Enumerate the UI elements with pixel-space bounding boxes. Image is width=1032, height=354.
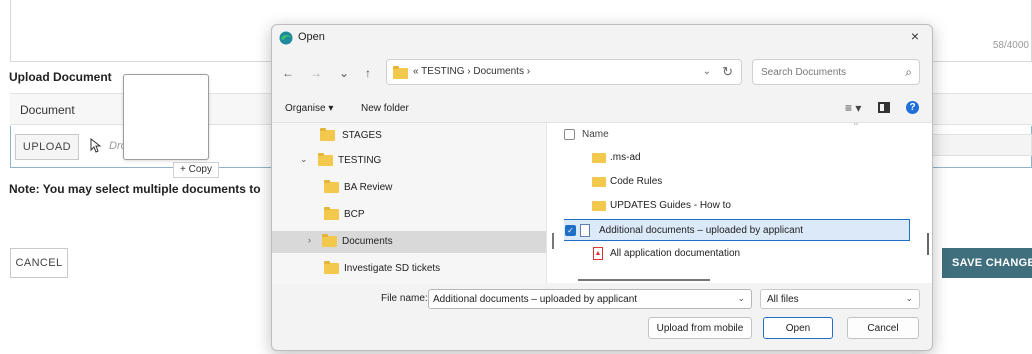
folder-icon <box>393 66 408 79</box>
help-icon[interactable]: ? <box>906 101 919 114</box>
chevron-down-icon[interactable]: ⌄ <box>300 154 308 165</box>
open-file-dialog: Open × ← → ⌄ ↑ « TESTING › Documents › ⌄… <box>271 24 933 351</box>
file-type-select[interactable]: All files ⌄ <box>760 289 920 309</box>
folder-icon <box>592 177 606 187</box>
file-name-value: Additional documents – uploaded by appli… <box>433 294 638 305</box>
preview-pane-icon[interactable] <box>878 102 890 113</box>
upload-document-title: Upload Document <box>9 70 112 84</box>
upload-from-mobile-button[interactable]: Upload from mobile <box>648 317 752 339</box>
view-options-icon[interactable]: ≡ ▾ <box>845 101 861 115</box>
word-document-icon <box>580 224 590 237</box>
open-button[interactable]: Open <box>763 317 833 339</box>
file-list-scrollbar[interactable] <box>927 233 929 255</box>
list-item[interactable]: Code Rules <box>564 171 910 193</box>
dialog-cancel-button[interactable]: Cancel <box>847 317 919 339</box>
pdf-icon: ▲ <box>593 247 603 260</box>
search-input[interactable]: Search Documents <box>761 67 846 78</box>
folder-icon <box>324 261 339 274</box>
list-item-selected[interactable]: ✓ Additional documents – uploaded by app… <box>564 219 910 241</box>
refresh-icon[interactable]: ↻ <box>722 64 733 80</box>
dialog-panes: STAGES ⌄ TESTING BA Review BCP › Documen… <box>272 122 932 284</box>
search-icon: ⌕ <box>905 65 912 79</box>
organise-menu[interactable]: Organise ▾ <box>285 103 333 114</box>
tree-item-ba-review[interactable]: BA Review <box>272 177 546 199</box>
file-type-value: All files <box>767 294 799 305</box>
file-list: ^ Name .ms-ad Code Rules UPDATES Guides … <box>564 123 932 284</box>
chevron-down-icon[interactable]: ⌄ <box>703 66 711 77</box>
address-path: « TESTING › Documents › <box>413 66 531 77</box>
list-item[interactable]: .ms-ad <box>564 147 910 169</box>
back-arrow-icon[interactable]: ← <box>280 65 296 81</box>
document-type-field[interactable] <box>930 134 1032 156</box>
copy-badge: + Copy <box>173 162 219 178</box>
multi-select-note: Note: You may select multiple documents … <box>9 182 261 196</box>
file-name-label: File name: <box>381 293 428 304</box>
folder-icon <box>324 207 339 220</box>
tree-scrollbar[interactable] <box>552 233 554 249</box>
cancel-button[interactable]: CANCEL <box>10 248 68 278</box>
recent-locations-icon[interactable]: ⌄ <box>336 65 352 81</box>
sort-up-icon: ^ <box>854 123 858 130</box>
browser-logo-icon <box>279 31 293 45</box>
folder-icon <box>324 180 339 193</box>
chevron-down-icon[interactable]: ⌄ <box>737 293 745 304</box>
tree-item-investigate-sd[interactable]: Investigate SD tickets <box>272 258 546 280</box>
folder-icon <box>592 201 606 211</box>
chevron-right-icon[interactable]: › <box>308 235 311 245</box>
drag-cursor-icon <box>90 138 102 153</box>
list-item[interactable]: UPDATES Guides - How to <box>564 195 910 217</box>
tree-item-bcp[interactable]: BCP <box>272 204 546 226</box>
new-folder-button[interactable]: New folder <box>361 103 409 114</box>
folder-icon <box>592 153 606 163</box>
forward-arrow-icon[interactable]: → <box>308 65 324 81</box>
tree-item-documents[interactable]: › Documents <box>272 231 546 253</box>
chevron-down-icon[interactable]: ⌄ <box>905 293 913 304</box>
select-all-checkbox[interactable] <box>564 129 575 140</box>
tree-item-testing[interactable]: ⌄ TESTING <box>272 150 546 172</box>
up-arrow-icon[interactable]: ↑ <box>360 65 376 81</box>
name-column-header[interactable]: Name <box>582 129 609 140</box>
folder-icon <box>320 128 335 141</box>
list-item[interactable]: ▲ All application documentation <box>564 243 910 265</box>
dialog-title: Open <box>298 31 325 43</box>
search-box[interactable]: Search Documents ⌕ <box>752 59 920 85</box>
checkmark-icon[interactable]: ✓ <box>565 225 576 236</box>
file-list-horizontal-scrollbar[interactable] <box>578 279 710 281</box>
folder-icon <box>322 234 337 247</box>
address-bar[interactable]: « TESTING › Documents › ⌄ ↻ <box>386 59 742 85</box>
char-counter: 58/4000 <box>992 40 1029 51</box>
close-icon[interactable]: × <box>906 27 924 45</box>
save-changes-button[interactable]: SAVE CHANGES <box>942 248 1032 278</box>
file-name-input[interactable]: Additional documents – uploaded by appli… <box>428 289 752 309</box>
navigation-pane: STAGES ⌄ TESTING BA Review BCP › Documen… <box>272 123 547 284</box>
drag-preview <box>123 74 209 160</box>
document-header-label: Document <box>20 103 75 117</box>
folder-icon <box>318 153 333 166</box>
upload-button[interactable]: UPLOAD <box>15 134 79 160</box>
tree-item-stages[interactable]: STAGES <box>272 125 546 147</box>
